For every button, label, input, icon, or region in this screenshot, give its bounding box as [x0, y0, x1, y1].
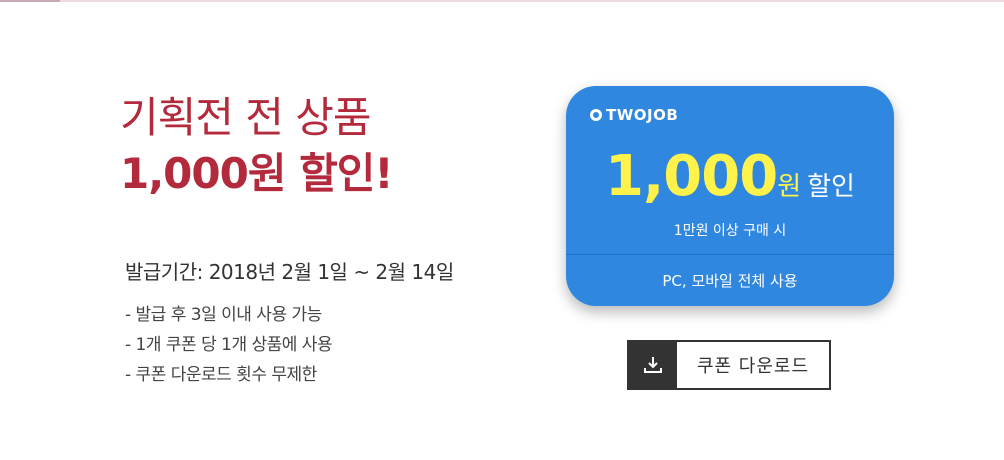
coupon-amount: 1,000	[605, 144, 778, 209]
issue-period: 발급기간: 2018년 2월 1일 ~ 2월 14일	[125, 260, 454, 284]
promo-headline-line2: 1,000원 할인!	[120, 149, 394, 198]
coupon-card: TWOJOB 1,000원 할인 1만원 이상 구매 시 PC, 모바일 전체 사…	[566, 86, 894, 306]
logo-mark-icon	[590, 109, 602, 121]
note-item: - 1개 쿠폰 당 1개 상품에 사용	[125, 335, 333, 355]
promo-headline-line1: 기획전 전 상품	[120, 93, 372, 142]
download-icon	[644, 357, 662, 373]
brand-logo: TWOJOB	[590, 106, 678, 124]
top-border-accent	[0, 0, 60, 2]
download-button-label: 쿠폰 다운로드	[696, 356, 810, 377]
coupon-condition: 1만원 이상 구매 시	[673, 223, 787, 239]
coupon-amount-unit: 원	[777, 172, 802, 202]
note-item: - 쿠폰 다운로드 횟수 무제한	[125, 365, 317, 385]
coupon-download-button[interactable]: 쿠폰 다운로드	[627, 340, 831, 390]
top-border	[0, 0, 1004, 2]
coupon-notes: - 발급 후 3일 이내 사용 가능 - 1개 쿠폰 당 1개 상품에 사용 -…	[125, 300, 333, 390]
coupon-divider	[566, 254, 894, 255]
brand-name: TWOJOB	[606, 106, 679, 124]
coupon-usage: PC, 모바일 전체 사용	[662, 272, 798, 290]
coupon-discount-label: 할인	[807, 172, 855, 202]
coupon-amount-row: 1,000원 할인	[566, 144, 894, 209]
download-icon-box	[629, 342, 677, 388]
note-item: - 발급 후 3일 이내 사용 가능	[125, 305, 322, 325]
